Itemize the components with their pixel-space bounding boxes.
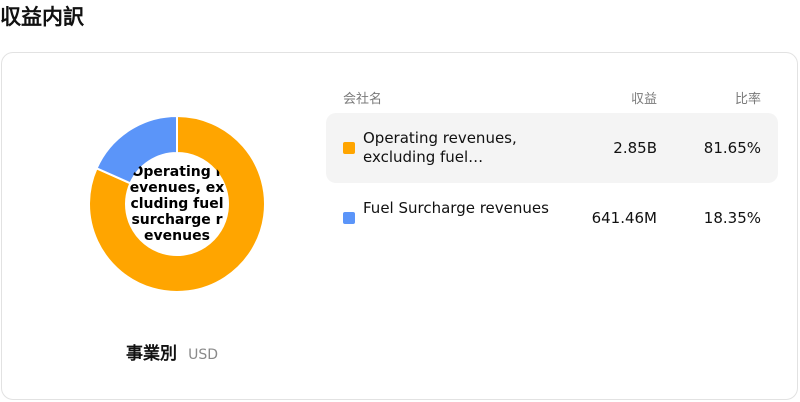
row-ratio: 18.35%	[703, 209, 761, 227]
row-name: Fuel Surcharge revenues	[363, 199, 549, 217]
legend-swatch	[343, 212, 355, 224]
table-row[interactable]: Operating revenues, excluding fuel… 2.85…	[326, 113, 778, 183]
breakdown-caption: 事業別 USD	[126, 339, 218, 364]
donut-chart: Operating revenues, excluding fuel surch…	[88, 115, 266, 293]
donut-center-label: Operating revenues, excluding fuel surch…	[124, 151, 230, 257]
header-revenue: 収益	[630, 92, 657, 107]
header-ratio: 比率	[734, 92, 761, 107]
breakdown-title: 事業別	[126, 344, 177, 364]
currency-unit: USD	[188, 347, 219, 363]
revenue-breakdown-card: Operating revenues, excluding fuel surch…	[1, 52, 798, 400]
legend-swatch	[343, 142, 355, 154]
table-header: 会社名 収益 比率	[326, 83, 778, 113]
row-revenue: 641.46M	[591, 209, 657, 227]
row-ratio: 81.65%	[703, 139, 761, 157]
donut-center-text: Operating revenues, excluding fuel surch…	[129, 164, 225, 244]
revenue-table: 会社名 収益 比率 Operating revenues, excluding …	[326, 83, 778, 253]
table-row[interactable]: Fuel Surcharge revenues 641.46M 18.35%	[326, 183, 778, 253]
page-title: 収益内訳	[0, 5, 84, 29]
header-company-name: 会社名	[343, 92, 383, 107]
row-revenue: 2.85B	[613, 139, 657, 157]
row-name: Operating revenues, excluding fuel…	[363, 129, 517, 166]
